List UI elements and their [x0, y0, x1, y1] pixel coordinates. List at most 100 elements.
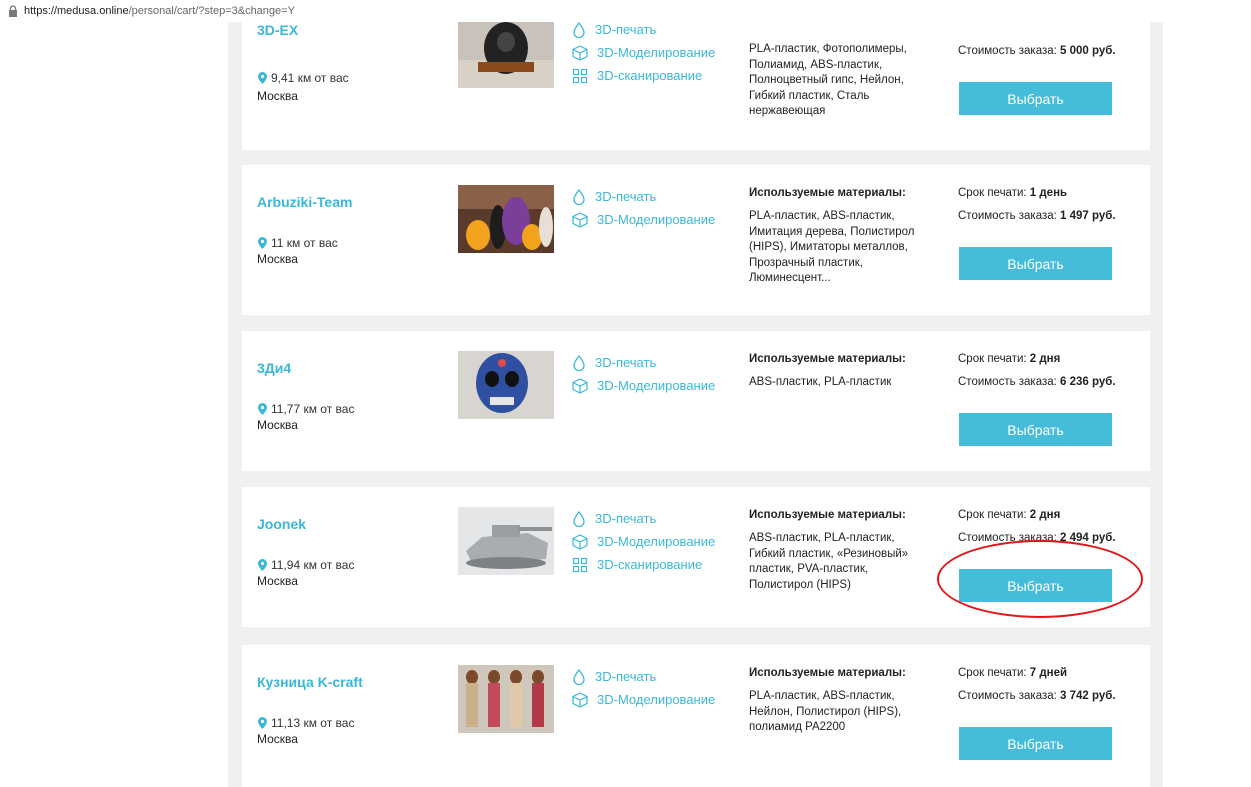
term-label: Срок печати: — [958, 509, 1030, 521]
select-button[interactable]: Выбрать — [959, 413, 1112, 446]
provider-name[interactable]: Arbuziki-Team — [257, 194, 352, 210]
url-host: https://medusa.online — [24, 5, 129, 17]
lock-icon — [9, 5, 17, 17]
location-pin-icon — [258, 403, 267, 415]
print-term: Срок печати: 1 день — [958, 187, 1067, 199]
provider-services: 3D-печать 3D-Моделирование — [572, 667, 715, 713]
cube-icon — [572, 211, 588, 228]
provider-name[interactable]: 3Ди4 — [257, 360, 291, 376]
location-pin-icon — [258, 237, 267, 249]
materials-list: ABS-пластик, PLA-пластик — [749, 376, 892, 388]
provider-distance: 11,13 км от вас — [258, 716, 354, 730]
materials-list: PLA-пластик, ABS-пластик, Нейлон, Полист… — [749, 690, 902, 733]
service-item[interactable]: 3D-печать — [572, 667, 715, 686]
service-label: 3D-Моделирование — [597, 378, 716, 393]
address-bar[interactable]: https://medusa.online/personal/cart/?ste… — [0, 0, 1251, 22]
service-label: 3D-печать — [595, 355, 657, 370]
provider-card: Кузница K-craft 11,13 км от вас Москва 3… — [242, 645, 1150, 787]
materials-title: Используемые материалы: — [749, 353, 906, 365]
service-item[interactable]: 3D-Моделирование — [572, 690, 715, 709]
order-cost: Стоимость заказа: 5 000 руб. — [958, 45, 1116, 57]
term-value: 2 дня — [1029, 353, 1061, 365]
print-term: Срок печати: 2 дня — [958, 353, 1060, 365]
service-item[interactable]: 3D-Моделирование — [572, 43, 715, 62]
drop-icon — [573, 354, 585, 371]
order-cost: Стоимость заказа: 1 497 руб. — [958, 210, 1116, 222]
service-item[interactable]: 3D-печать — [572, 509, 715, 528]
provider-card: Arbuziki-Team 11 км от вас Москва 3D-печ… — [242, 165, 1150, 315]
service-label: 3D-печать — [595, 189, 657, 204]
service-label: 3D-Моделирование — [597, 212, 716, 227]
scan-icon — [572, 557, 588, 572]
cube-icon — [572, 377, 588, 394]
service-item[interactable]: 3D-Моделирование — [572, 210, 715, 229]
provider-card: 3Ди4 11,77 км от вас Москва 3D-печать 3D… — [242, 331, 1150, 471]
provider-city: Москва — [257, 252, 298, 266]
service-label: 3D-печать — [595, 669, 657, 684]
select-button[interactable]: Выбрать — [959, 569, 1112, 602]
provider-photo — [458, 185, 554, 253]
service-item[interactable]: 3D-сканирование — [572, 66, 715, 85]
provider-distance: 9,41 км от вас — [258, 71, 349, 85]
service-item[interactable]: 3D-Моделирование — [572, 376, 715, 395]
service-label: 3D-сканирование — [597, 557, 703, 572]
cost-value: 2 494 руб. — [1060, 532, 1116, 544]
location-pin-icon — [258, 72, 267, 84]
scan-icon — [572, 68, 588, 83]
service-item[interactable]: 3D-печать — [572, 20, 715, 39]
materials-list: PLA-пластик, ABS-пластик, Имитация дерев… — [749, 210, 915, 284]
provider-distance: 11 км от вас — [258, 236, 338, 250]
cost-value: 5 000 руб. — [1060, 45, 1116, 57]
cost-label: Стоимость заказа: — [958, 45, 1061, 57]
materials-list: PLA-пластик, Фотополимеры, Полиамид, ABS… — [749, 43, 907, 117]
provider-card: 3D-EX 9,41 км от вас Москва 3D-печать 3D… — [242, 0, 1150, 150]
provider-city: Москва — [257, 89, 298, 103]
service-item[interactable]: 3D-Моделирование — [572, 532, 715, 551]
service-label: 3D-сканирование — [597, 68, 703, 83]
provider-name[interactable]: 3D-EX — [257, 22, 298, 38]
distance-text: 11,13 км от вас — [271, 716, 355, 730]
location-pin-icon — [258, 717, 267, 729]
term-label: Срок печати: — [958, 187, 1030, 199]
select-button[interactable]: Выбрать — [959, 247, 1112, 280]
provider-name[interactable]: Joonek — [257, 516, 306, 532]
select-button[interactable]: Выбрать — [959, 727, 1112, 760]
cube-icon — [572, 44, 588, 61]
term-value: 2 дня — [1029, 509, 1061, 521]
distance-text: 11,94 км от вас — [271, 558, 355, 572]
term-label: Срок печати: — [958, 353, 1030, 365]
print-term: Срок печати: 7 дней — [958, 667, 1067, 679]
select-button[interactable]: Выбрать — [959, 82, 1112, 115]
cost-label: Стоимость заказа: — [958, 210, 1061, 222]
provider-name[interactable]: Кузница K-craft — [257, 674, 363, 690]
order-cost: Стоимость заказа: 6 236 руб. — [958, 376, 1116, 388]
provider-services: 3D-печать 3D-Моделирование 3D-сканирован… — [572, 20, 715, 89]
distance-text: 11 км от вас — [271, 236, 338, 250]
provider-photo — [458, 665, 554, 733]
provider-services: 3D-печать 3D-Моделирование — [572, 187, 715, 233]
service-item[interactable]: 3D-печать — [572, 353, 715, 372]
provider-photo — [458, 351, 554, 419]
term-value: 1 день — [1029, 187, 1068, 199]
cube-icon — [572, 691, 588, 708]
distance-text: 11,77 км от вас — [271, 402, 355, 416]
provider-city: Москва — [257, 574, 298, 588]
service-label: 3D-Моделирование — [597, 534, 716, 549]
service-label: 3D-Моделирование — [597, 692, 716, 707]
cost-value: 3 742 руб. — [1060, 690, 1116, 702]
drop-icon — [573, 188, 585, 205]
drop-icon — [573, 668, 585, 685]
materials-title: Используемые материалы: — [749, 187, 906, 199]
cost-label: Стоимость заказа: — [958, 532, 1061, 544]
materials-list: ABS-пластик, PLA-пластик, Гибкий пластик… — [749, 532, 909, 591]
provider-card: Joonek 11,94 км от вас Москва 3D-печать … — [242, 487, 1150, 627]
service-item[interactable]: 3D-печать — [572, 187, 715, 206]
service-item[interactable]: 3D-сканирование — [572, 555, 715, 574]
provider-city: Москва — [257, 418, 298, 432]
url-path: /personal/cart/?step=3&change=Y — [128, 5, 295, 17]
provider-distance: 11,94 км от вас — [258, 558, 354, 572]
print-term: Срок печати: 2 дня — [958, 509, 1060, 521]
location-pin-icon — [258, 559, 267, 571]
distance-text: 9,41 км от вас — [271, 71, 349, 85]
cost-value: 1 497 руб. — [1060, 210, 1116, 222]
